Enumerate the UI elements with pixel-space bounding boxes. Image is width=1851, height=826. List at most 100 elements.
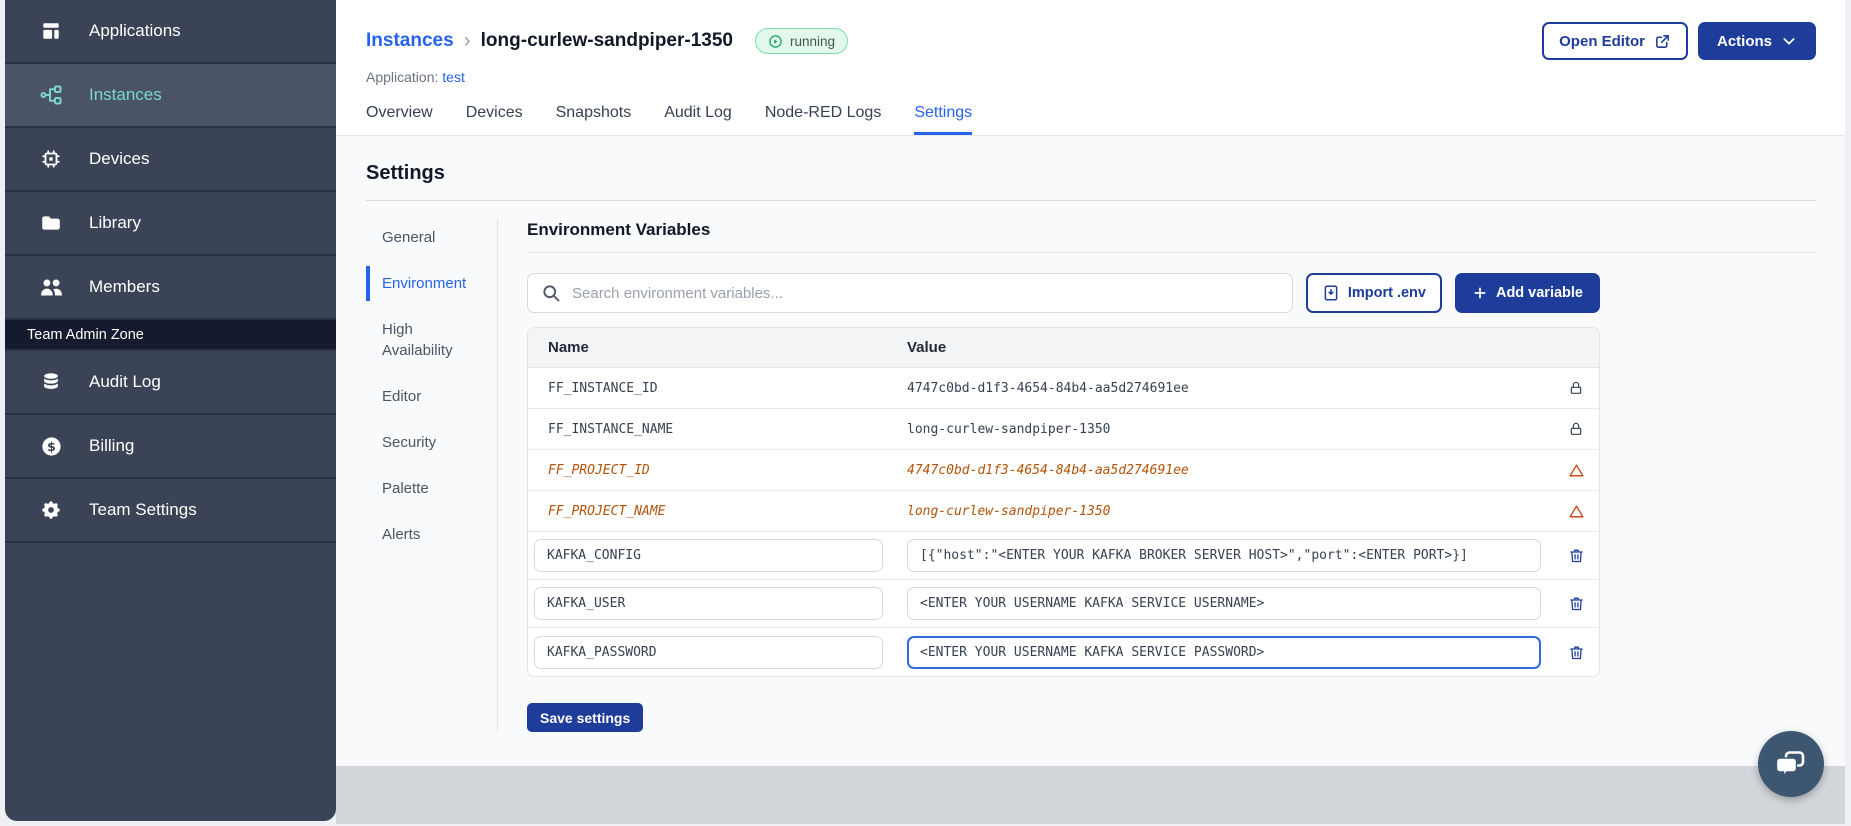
env-var-name: FF_INSTANCE_NAME (548, 421, 674, 437)
lock-icon (1570, 422, 1582, 435)
sidebar-item-members[interactable]: Members (5, 256, 336, 320)
instances-icon (39, 83, 63, 107)
tab-bar: Overview Devices Snapshots Audit Log Nod… (366, 104, 1816, 135)
warning-triangle-icon (1568, 464, 1584, 476)
sidebar-item-label: Billing (89, 436, 135, 455)
app-root: Applications Instances Devices Library M… (0, 0, 1851, 826)
env-var-name-input[interactable] (534, 539, 883, 572)
env-var-value-input[interactable] (907, 539, 1541, 572)
svg-text:$: $ (47, 438, 56, 453)
play-circle-icon (769, 34, 782, 48)
title-divider (366, 200, 1816, 201)
page-title: Settings (366, 162, 445, 184)
applications-icon (39, 19, 63, 43)
document-download-icon (1324, 285, 1338, 301)
env-var-name-input[interactable] (534, 635, 883, 669)
table-row (528, 628, 1599, 676)
sidebar-item-library[interactable]: Library (5, 192, 336, 256)
sidebar-item-audit-log[interactable]: Audit Log (5, 351, 336, 415)
tab-node-red-logs[interactable]: Node-RED Logs (765, 104, 882, 135)
env-var-value: long-curlew-sandpiper-1350 (907, 421, 1111, 437)
team-admin-zone-label: Team Admin Zone (5, 320, 336, 351)
env-var-value: 4747c0bd-d1f3-4654-84b4-aa5d274691ee (907, 380, 1189, 396)
sidebar-item-devices[interactable]: Devices (5, 128, 336, 192)
add-variable-button[interactable]: Add variable (1454, 273, 1600, 313)
subnav-item-security[interactable]: Security (366, 432, 470, 453)
section-divider (527, 252, 1816, 253)
chat-bubbles-icon (1775, 751, 1805, 778)
search-input[interactable] (572, 284, 1279, 302)
env-variables-table: Name Value FF_INSTANCE_ID 4747c0bd-d1f3-… (527, 327, 1600, 677)
actions-label: Actions (1716, 32, 1772, 50)
import-env-label: Import .env (1347, 285, 1426, 301)
chevron-down-icon (1783, 38, 1795, 45)
environment-panel: Environment Variables Import .env (527, 218, 1816, 732)
breadcrumb-separator-icon: › (463, 29, 471, 52)
table-row (528, 532, 1599, 580)
sidebar-item-billing[interactable]: $ Billing (5, 415, 336, 479)
table-row: FF_PROJECT_NAME long-curlew-sandpiper-13… (528, 491, 1599, 532)
table-row: FF_INSTANCE_NAME long-curlew-sandpiper-1… (528, 409, 1599, 450)
application-link[interactable]: test (442, 69, 465, 85)
env-var-value: 4747c0bd-d1f3-4654-84b4-aa5d274691ee (907, 462, 1189, 478)
env-var-value-input-focused[interactable] (907, 635, 1541, 669)
env-var-value: long-curlew-sandpiper-1350 (907, 503, 1111, 519)
subnav-item-general[interactable]: General (366, 227, 470, 248)
application-label: Application: (366, 69, 439, 85)
breadcrumb: Instances › long-curlew-sandpiper-1350 r… (366, 22, 1816, 60)
search-box (527, 273, 1293, 313)
subnav-item-environment[interactable]: Environment (366, 266, 470, 301)
gear-icon (39, 498, 63, 522)
subnav-divider (497, 218, 498, 732)
import-env-button[interactable]: Import .env (1305, 273, 1442, 313)
database-icon (39, 370, 63, 394)
env-var-name: FF_PROJECT_NAME (548, 503, 666, 519)
lock-icon (1570, 381, 1582, 394)
tab-overview[interactable]: Overview (366, 104, 433, 135)
trash-icon[interactable] (1568, 595, 1585, 612)
table-row (528, 580, 1599, 628)
subnav-item-editor[interactable]: Editor (366, 386, 470, 407)
external-link-icon (1656, 34, 1669, 48)
add-variable-label: Add variable (1495, 285, 1583, 301)
footer-band (336, 766, 1845, 824)
sidebar-item-applications[interactable]: Applications (5, 0, 336, 64)
table-row: FF_INSTANCE_ID 4747c0bd-d1f3-4654-84b4-a… (528, 368, 1599, 409)
sidebar-item-team-settings[interactable]: Team Settings (5, 479, 336, 543)
sidebar-item-instances[interactable]: Instances (5, 64, 336, 128)
folder-icon (39, 211, 63, 235)
tab-settings[interactable]: Settings (914, 104, 972, 135)
column-header-value: Value (907, 339, 947, 356)
chat-widget-button[interactable] (1758, 731, 1824, 797)
search-icon (543, 285, 560, 302)
tab-audit-log[interactable]: Audit Log (664, 104, 732, 135)
breadcrumb-instances-link[interactable]: Instances (366, 30, 454, 52)
chip-icon (39, 147, 63, 171)
env-var-name-input[interactable] (534, 587, 883, 620)
subnav-item-alerts[interactable]: Alerts (366, 524, 470, 545)
save-settings-button[interactable]: Save settings (527, 703, 644, 732)
status-text: running (790, 33, 836, 49)
settings-subnav: General Environment High Availability Ed… (366, 218, 497, 732)
open-editor-label: Open Editor (1559, 32, 1645, 50)
open-editor-button[interactable]: Open Editor (1542, 22, 1688, 60)
env-var-value-input[interactable] (907, 587, 1541, 620)
tab-devices[interactable]: Devices (466, 104, 523, 135)
actions-button[interactable]: Actions (1697, 22, 1816, 60)
subnav-item-palette[interactable]: Palette (366, 478, 470, 499)
instance-name: long-curlew-sandpiper-1350 (480, 30, 733, 51)
env-var-name: FF_INSTANCE_ID (548, 380, 658, 396)
tab-snapshots[interactable]: Snapshots (556, 104, 632, 135)
column-header-name: Name (548, 339, 589, 356)
table-row: FF_PROJECT_ID 4747c0bd-d1f3-4654-84b4-aa… (528, 450, 1599, 491)
page-header: Instances › long-curlew-sandpiper-1350 r… (336, 0, 1845, 136)
sidebar: Applications Instances Devices Library M… (5, 0, 336, 821)
sidebar-item-label: Team Settings (89, 500, 197, 519)
status-badge: running (755, 28, 849, 54)
plus-icon (1474, 287, 1486, 299)
subnav-item-high-availability[interactable]: High Availability (366, 319, 470, 361)
trash-icon[interactable] (1568, 547, 1585, 564)
sidebar-item-label: Audit Log (89, 372, 161, 391)
application-line: Application: test (366, 69, 1816, 85)
trash-icon[interactable] (1568, 644, 1585, 661)
